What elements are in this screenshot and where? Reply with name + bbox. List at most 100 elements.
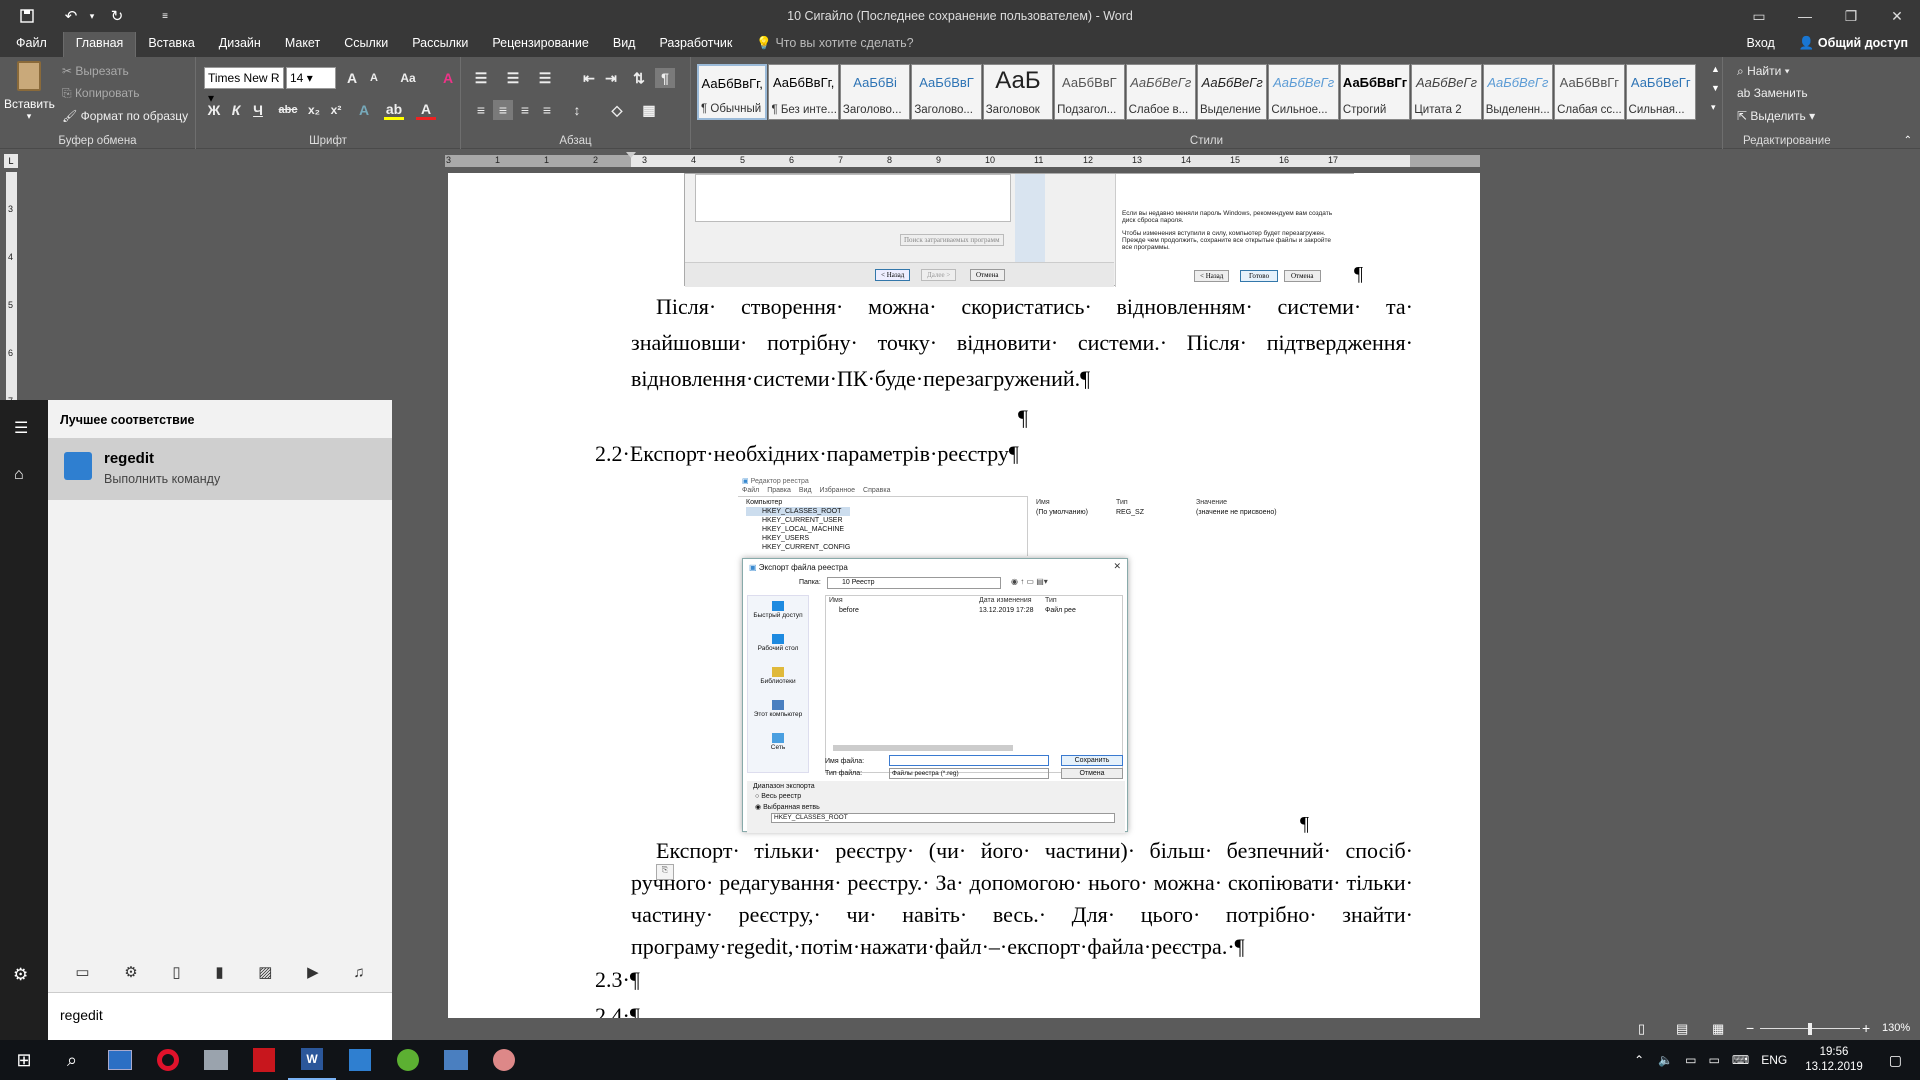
ribbon-display-options-icon[interactable]: ▭	[1736, 0, 1782, 32]
styles-scroll-up-icon[interactable]: ▲	[1711, 64, 1720, 74]
network-icon[interactable]: ▭	[1709, 1053, 1720, 1067]
shading-icon[interactable]: ◇	[607, 100, 627, 120]
undo-icon[interactable]: ↶	[56, 0, 86, 32]
style-item[interactable]: АаБбВвГг Слабая сс...	[1554, 64, 1625, 120]
redo-icon[interactable]: ↻	[102, 0, 132, 32]
subscript-button[interactable]: x₂	[304, 100, 324, 120]
styles-more-icon[interactable]: ▾	[1711, 102, 1716, 113]
copy-button[interactable]: ⎘ Копировать	[62, 86, 140, 101]
tab-view[interactable]: Вид	[601, 32, 648, 57]
paste-button[interactable]: Вставить ▾	[4, 61, 55, 129]
zoom-in-icon[interactable]: +	[1862, 1020, 1870, 1036]
borders-icon[interactable]: ▦	[639, 100, 659, 120]
style-item[interactable]: АаБбВвГ Заголово...	[911, 64, 982, 120]
tab-review[interactable]: Рецензирование	[480, 32, 601, 57]
font-size-field[interactable]: 14 ▾	[286, 67, 336, 89]
registry-icon[interactable]	[336, 1040, 384, 1080]
tab-references[interactable]: Ссылки	[332, 32, 400, 57]
justify-icon[interactable]: ≡	[537, 100, 557, 120]
settings-icon[interactable]: ⚙	[13, 965, 28, 985]
customize-qa-icon[interactable]: ≡	[150, 0, 180, 32]
horizontal-ruler[interactable]: L 3 1 1 2 3 4 5 6 7 8 9 10 11 12 13 14 15 16 17	[0, 150, 1920, 172]
style-item[interactable]: АаБбВвГг Строгий	[1339, 64, 1411, 120]
videos-filter-icon[interactable]: ▶	[307, 963, 319, 981]
styles-scroll-down-icon[interactable]: ▼	[1711, 83, 1720, 93]
chevron-up-icon[interactable]: ⌃	[1634, 1053, 1644, 1067]
tab-file[interactable]: Файл	[0, 32, 63, 57]
battery-icon[interactable]: ▭	[1685, 1053, 1696, 1067]
language-indicator[interactable]: ENG	[1761, 1053, 1787, 1067]
torrent-icon[interactable]	[384, 1040, 432, 1080]
zoom-out-icon[interactable]: −	[1746, 1020, 1754, 1036]
photos-filter-icon[interactable]: ▨	[258, 963, 272, 981]
style-item[interactable]: АаБ Заголовок	[982, 64, 1054, 120]
find-button[interactable]: ⌕ Найти ▾	[1737, 64, 1790, 79]
close-button[interactable]: ✕	[1874, 0, 1920, 32]
style-item[interactable]: АаБбВеГг Цитата 2	[1411, 64, 1482, 120]
windows-start-icon[interactable]: ⊞	[0, 1040, 48, 1080]
cut-button[interactable]: ✂ Вырезать	[62, 64, 129, 78]
bullets-icon[interactable]: ☰	[471, 68, 491, 88]
style-item[interactable]: АаБбВеГг Сильная...	[1625, 64, 1696, 120]
clock[interactable]: 19:56 13.12.2019	[1805, 1045, 1863, 1075]
paste-options-icon[interactable]: ⎘	[656, 864, 674, 880]
replace-button[interactable]: ab Заменить	[1737, 86, 1808, 100]
file-manager-icon[interactable]	[192, 1040, 240, 1080]
style-item[interactable]: АаБбВеГг Сильное...	[1268, 64, 1339, 120]
style-item[interactable]: АаБбВеГг Слабое в...	[1125, 64, 1196, 120]
italic-button[interactable]: К	[226, 100, 246, 120]
media-player-icon[interactable]	[96, 1040, 144, 1080]
tab-layout[interactable]: Макет	[273, 32, 332, 57]
collapse-ribbon-icon[interactable]: ⌃	[1904, 135, 1912, 146]
superscript-button[interactable]: x²	[326, 100, 346, 120]
minimize-button[interactable]: —	[1782, 0, 1828, 32]
tab-mailings[interactable]: Рассылки	[400, 32, 480, 57]
decrease-indent-icon[interactable]: ⇤	[579, 68, 599, 88]
tab-insert[interactable]: Вставка	[136, 32, 206, 57]
hamburger-menu-icon[interactable]: ☰	[14, 418, 28, 438]
style-item[interactable]: АаБбВвГг, ¶ Без инте...	[768, 64, 839, 120]
font-color-icon[interactable]: A	[416, 100, 436, 120]
settings-filter-icon[interactable]: ⚙	[124, 963, 137, 981]
tablet-filter-icon[interactable]: ▮	[215, 963, 223, 981]
apps-filter-icon[interactable]: ▭	[75, 963, 89, 981]
word-icon[interactable]: W	[288, 1040, 336, 1080]
zoom-level[interactable]: 130%	[1882, 1022, 1910, 1034]
restore-button[interactable]: ❐	[1828, 0, 1874, 32]
align-left-icon[interactable]: ≡	[471, 100, 491, 120]
style-item[interactable]: АаБбВвГг, ¶ Обычный	[697, 64, 768, 120]
style-item[interactable]: АаБбВі Заголово...	[839, 64, 911, 120]
align-right-icon[interactable]: ≡	[515, 100, 535, 120]
show-marks-button[interactable]: ¶	[655, 68, 675, 88]
tell-me-box[interactable]: 💡 Что вы хотите сделать?	[744, 32, 925, 57]
text-effects-icon[interactable]: A	[354, 100, 374, 120]
font-name-field[interactable]: Times New R ▾	[204, 67, 284, 105]
home-icon[interactable]: ⌂	[14, 466, 24, 484]
style-item[interactable]: АаБбВеГг Выделенн...	[1482, 64, 1554, 120]
align-center-icon[interactable]: ≡	[493, 100, 513, 120]
highlight-icon[interactable]: ab	[384, 100, 404, 120]
shrink-font-icon[interactable]: A	[364, 68, 384, 88]
clear-format-icon[interactable]: A	[438, 68, 458, 88]
tab-design[interactable]: Дизайн	[207, 32, 273, 57]
increase-indent-icon[interactable]: ⇥	[601, 68, 621, 88]
document-page[interactable]: Поиск затрагиваемых программ < Назад Дал…	[448, 173, 1480, 1018]
indent-marker-icon[interactable]	[626, 152, 636, 170]
tab-selector-icon[interactable]: L	[4, 154, 18, 168]
format-painter-button[interactable]: 🖌 Формат по образцу	[62, 109, 188, 123]
print-layout-icon[interactable]: ▤	[1676, 1021, 1688, 1037]
zoom-slider-thumb[interactable]	[1808, 1023, 1812, 1035]
line-spacing-icon[interactable]: ↕	[567, 100, 587, 120]
read-mode-icon[interactable]: ▯	[1638, 1021, 1645, 1037]
documents-filter-icon[interactable]: ▯	[172, 963, 180, 981]
tab-home[interactable]: Главная	[62, 32, 137, 57]
change-case-button[interactable]: Aa	[394, 68, 422, 88]
grow-font-icon[interactable]: A	[342, 68, 362, 88]
pdf-icon[interactable]	[240, 1040, 288, 1080]
search-box[interactable]: regedit	[48, 992, 392, 1040]
numbering-icon[interactable]: ☰	[503, 68, 523, 88]
notifications-icon[interactable]: ▢	[1889, 1052, 1902, 1069]
web-layout-icon[interactable]: ▦	[1712, 1021, 1724, 1037]
undo-dropdown-icon[interactable]: ▾	[86, 0, 98, 32]
multilevel-list-icon[interactable]: ☰	[535, 68, 555, 88]
